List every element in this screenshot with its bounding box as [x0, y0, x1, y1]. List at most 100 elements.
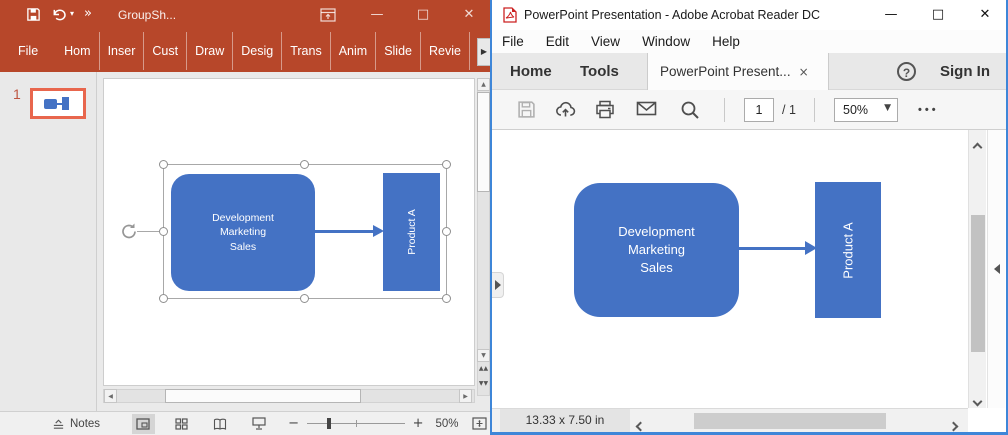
slide-thumbnail[interactable]: [30, 88, 86, 119]
ribbon-tab-review[interactable]: Revie: [421, 32, 470, 70]
pdf-shape-text-line: Development: [618, 223, 695, 241]
menu-help[interactable]: Help: [712, 34, 740, 49]
undo-dropdown-icon[interactable]: ▾: [70, 9, 74, 18]
save-icon[interactable]: [26, 7, 41, 27]
print-icon[interactable]: [595, 100, 615, 124]
ppt-minimize-button[interactable]: —: [364, 6, 390, 24]
ribbon-tab-scroll-right-button[interactable]: ▶: [477, 38, 491, 66]
ppt-close-button[interactable]: ✕: [456, 6, 482, 24]
email-icon[interactable]: [636, 100, 657, 122]
selection-handle-top-left[interactable]: [159, 160, 168, 169]
qat-more-commands-icon[interactable]: »: [84, 6, 92, 21]
ppt-zoom-level[interactable]: 50%: [435, 418, 458, 430]
previous-slide-button[interactable]: ▲▲: [477, 366, 490, 371]
rounded-rectangle-shape[interactable]: Development Marketing Sales: [171, 174, 315, 291]
selection-handle-middle-left[interactable]: [159, 227, 168, 236]
undo-icon[interactable]: [51, 7, 67, 27]
selection-handle-bottom-right[interactable]: [442, 294, 451, 303]
tab-close-icon[interactable]: ×: [799, 65, 809, 79]
selection-handle-top-right[interactable]: [442, 160, 451, 169]
ribbon-tab-home[interactable]: Hom: [56, 32, 99, 70]
pdf-product-a-shape: Product A: [815, 182, 881, 318]
zoom-out-button[interactable]: −: [288, 416, 299, 431]
connector-arrow-line[interactable]: [315, 230, 375, 233]
tab-document-active[interactable]: PowerPoint Present... ×: [647, 53, 829, 90]
tools-pane-expand-strip[interactable]: [987, 130, 1005, 408]
acrobat-close-button[interactable]: ✕: [971, 4, 999, 26]
pdf-scroll-right-button[interactable]: [950, 417, 957, 435]
selection-handle-bottom-middle[interactable]: [300, 294, 309, 303]
acrobat-minimize-button[interactable]: —: [877, 4, 905, 26]
normal-view-button[interactable]: [132, 414, 155, 434]
zoom-slider-thumb[interactable]: [327, 418, 331, 429]
tab-tools[interactable]: Tools: [580, 53, 619, 90]
ribbon-tab-custom[interactable]: Cust: [144, 32, 187, 70]
powerpoint-window: ▾ » GroupSh... — □ ✕ File Hom Inser Cust…: [0, 0, 491, 435]
acrobat-tab-strip: Home Tools PowerPoint Present... × ? Sig…: [492, 53, 1006, 90]
navigation-pane-expand-button[interactable]: [492, 272, 504, 298]
menu-window[interactable]: Window: [642, 34, 690, 49]
ribbon-tab-file[interactable]: File: [0, 32, 56, 70]
ppt-maximize-button[interactable]: □: [410, 6, 436, 24]
ribbon-display-options-icon[interactable]: [320, 7, 336, 28]
screen: ▾ » GroupSh... — □ ✕ File Hom Inser Cust…: [0, 0, 1008, 435]
selection-handle-top-middle[interactable]: [300, 160, 309, 169]
scroll-down-button[interactable]: ▼: [477, 349, 490, 362]
zoom-slider-center-tick: [356, 420, 357, 427]
slide-thumbnail-panel: 1: [0, 72, 97, 411]
zoom-in-button[interactable]: +: [413, 416, 424, 431]
zoom-level-dropdown[interactable]: 50% ▼: [834, 98, 898, 122]
fit-slide-to-window-button[interactable]: [469, 414, 492, 434]
search-icon[interactable]: [680, 100, 700, 125]
rotate-handle-icon[interactable]: [119, 221, 139, 246]
zoom-slider[interactable]: [307, 423, 405, 424]
scroll-left-button[interactable]: ◀: [104, 389, 117, 403]
pdf-scroll-left-button[interactable]: [637, 417, 644, 435]
help-icon[interactable]: ?: [897, 62, 916, 81]
ribbon-tab-design[interactable]: Desig: [233, 32, 282, 70]
ribbon-tab-animations[interactable]: Anim: [331, 32, 376, 70]
pdf-vertical-scrollbar[interactable]: [968, 130, 986, 408]
pdf-scroll-up-button[interactable]: [974, 138, 981, 156]
ppt-vertical-scrollbar-thumb[interactable]: [477, 92, 490, 192]
ribbon-tab-insert[interactable]: Inser: [100, 32, 145, 70]
scroll-up-button[interactable]: ▲: [477, 78, 490, 91]
acrobat-maximize-button[interactable]: □: [924, 4, 952, 26]
selection-handle-middle-right[interactable]: [442, 227, 451, 236]
pdf-scroll-down-button[interactable]: [974, 392, 981, 410]
pdf-product-a-label: Product A: [841, 222, 856, 278]
cloud-upload-icon[interactable]: [555, 100, 576, 124]
ribbon-tab-transitions[interactable]: Trans: [282, 32, 331, 70]
thumbnail-rect-shape: [62, 97, 69, 110]
notes-button[interactable]: Notes: [52, 418, 100, 430]
page-total-label: / 1: [782, 103, 796, 117]
ppt-horizontal-scrollbar-thumb[interactable]: [165, 389, 361, 403]
shape-text-line: Sales: [230, 240, 256, 255]
selection-handle-bottom-left[interactable]: [159, 294, 168, 303]
document-tab-label: PowerPoint Present...: [660, 64, 791, 79]
menu-file[interactable]: File: [502, 34, 524, 49]
ppt-window-title: GroupSh...: [118, 8, 176, 22]
product-a-shape[interactable]: Product A: [383, 173, 440, 291]
page-dimensions-label: 13.33 x 7.50 in: [500, 409, 630, 432]
next-slide-button[interactable]: ▼▼: [477, 381, 490, 386]
pdf-connector-arrow-line: [739, 247, 807, 250]
toolbar-separator: [814, 98, 815, 122]
notes-label: Notes: [70, 418, 100, 430]
menu-view[interactable]: View: [591, 34, 620, 49]
page-number-input[interactable]: 1: [744, 98, 774, 122]
scroll-right-button[interactable]: ▶: [459, 389, 472, 403]
ribbon-tab-draw[interactable]: Draw: [187, 32, 233, 70]
ppt-ribbon-tabs: File Hom Inser Cust Draw Desig Trans Ani…: [0, 30, 491, 72]
menu-edit[interactable]: Edit: [546, 34, 569, 49]
slide-sorter-view-button[interactable]: [171, 414, 194, 434]
pdf-horizontal-scrollbar-thumb[interactable]: [694, 413, 886, 429]
slideshow-view-button[interactable]: [248, 414, 271, 434]
ribbon-tab-slideshow[interactable]: Slide: [376, 32, 421, 70]
pdf-vertical-scrollbar-thumb[interactable]: [971, 215, 985, 352]
save-icon[interactable]: [517, 100, 536, 124]
toolbar-overflow-button[interactable]: •••: [918, 104, 939, 116]
sign-in-button[interactable]: Sign In: [940, 53, 990, 90]
tab-home[interactable]: Home: [510, 53, 552, 90]
reading-view-button[interactable]: [209, 414, 232, 434]
